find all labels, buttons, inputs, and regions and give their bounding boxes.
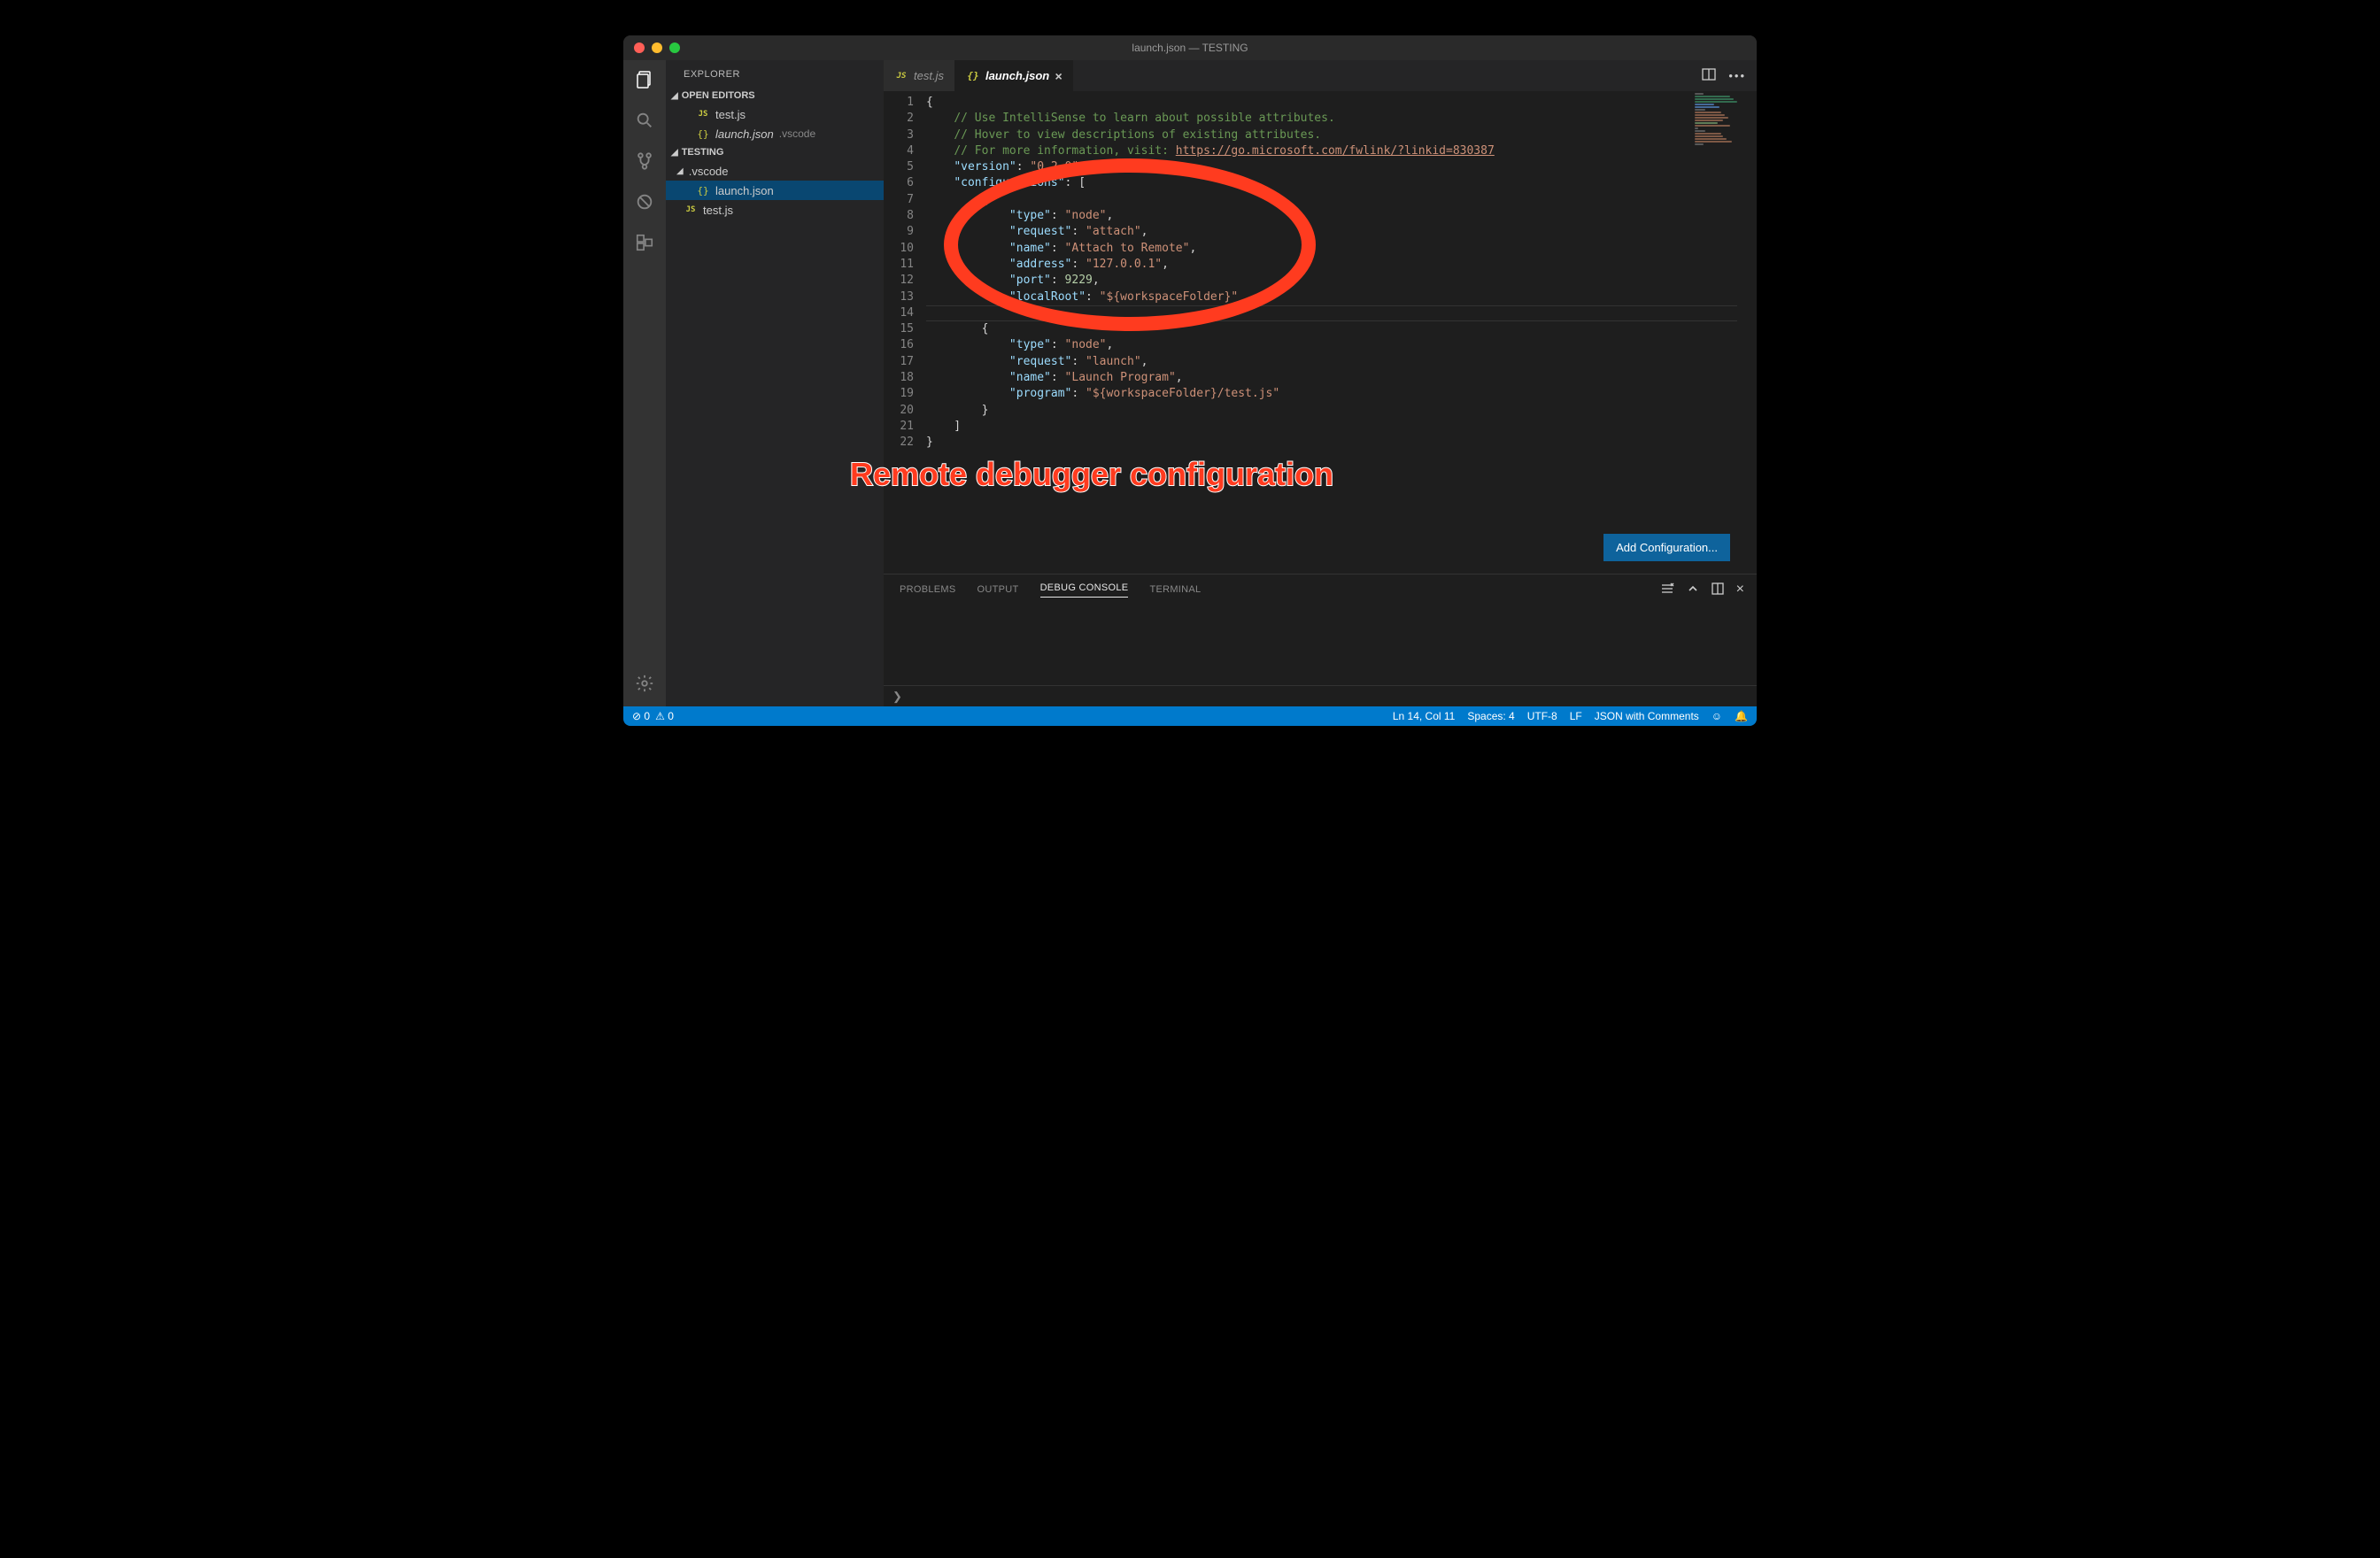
encoding-status[interactable]: UTF-8 [1527, 710, 1557, 722]
panel-tabs: PROBLEMS OUTPUT DEBUG CONSOLE TERMINAL [884, 575, 1757, 605]
open-editors-header[interactable]: ◢ OPEN EDITORS [666, 87, 884, 104]
activity-bar [623, 60, 666, 706]
debug-icon[interactable] [632, 189, 657, 214]
window-title: launch.json — TESTING [623, 42, 1757, 54]
sidebar-title: EXPLORER [666, 60, 884, 87]
js-file-icon: JS [894, 72, 908, 81]
add-configuration-button[interactable]: Add Configuration... [1603, 534, 1730, 561]
panel-tab-terminal[interactable]: TERMINAL [1149, 584, 1201, 595]
split-editor-icon[interactable] [1702, 67, 1716, 84]
indentation-status[interactable]: Spaces: 4 [1467, 710, 1514, 722]
cursor-position[interactable]: Ln 14, Col 11 [1393, 710, 1456, 722]
editor-group: JS test.js {} launch.json × ••• 12345678… [884, 60, 1757, 706]
language-mode[interactable]: JSON with Comments [1595, 710, 1699, 722]
error-icon: ⊘ [632, 710, 641, 722]
file-item-launch-json[interactable]: {} launch.json [666, 181, 884, 200]
panel-tab-output[interactable]: OUTPUT [978, 584, 1019, 595]
debug-console-input[interactable]: ❯ [884, 685, 1757, 706]
chevron-down-icon: ◢ [671, 148, 678, 158]
code-content[interactable]: { // Use IntelliSense to learn about pos… [926, 91, 1757, 574]
close-tab-icon[interactable]: × [1055, 69, 1062, 83]
editor[interactable]: 12345678910111213141516171819202122 { //… [884, 91, 1757, 574]
extensions-icon[interactable] [632, 230, 657, 255]
tab-test-js[interactable]: JS test.js [884, 60, 955, 91]
open-editor-item[interactable]: {} launch.json .vscode [666, 124, 884, 143]
panel-collapse-icon[interactable] [1687, 582, 1699, 598]
close-window-button[interactable] [634, 42, 645, 53]
json-file-icon: {} [966, 70, 980, 81]
debug-console-output[interactable] [884, 605, 1757, 685]
prompt-chevron-icon: ❯ [892, 690, 902, 704]
explorer-sidebar: EXPLORER ◢ OPEN EDITORS JS test.js {} la… [666, 60, 884, 706]
window-controls [623, 42, 680, 53]
settings-gear-icon[interactable] [632, 671, 657, 696]
file-item-test-js[interactable]: JS test.js [666, 200, 884, 220]
line-numbers-gutter: 12345678910111213141516171819202122 [884, 91, 926, 574]
tab-launch-json[interactable]: {} launch.json × [955, 60, 1073, 91]
titlebar: launch.json — TESTING [623, 35, 1757, 60]
explorer-icon[interactable] [632, 67, 657, 92]
folder-item[interactable]: ◢ .vscode [666, 161, 884, 181]
json-file-icon: {} [696, 185, 710, 197]
vscode-window: launch.json — TESTING E [623, 35, 1757, 726]
more-actions-icon[interactable]: ••• [1728, 69, 1746, 82]
chevron-down-icon: ◢ [676, 166, 684, 176]
notifications-icon[interactable]: 🔔 [1735, 710, 1748, 722]
feedback-icon[interactable]: ☺ [1712, 710, 1722, 722]
eol-status[interactable]: LF [1570, 710, 1582, 722]
panel-tab-problems[interactable]: PROBLEMS [900, 584, 956, 595]
js-file-icon: JS [696, 110, 710, 119]
minimize-window-button[interactable] [652, 42, 662, 53]
open-editor-item[interactable]: JS test.js [666, 104, 884, 124]
editor-tabs: JS test.js {} launch.json × ••• [884, 60, 1757, 91]
maximize-window-button[interactable] [669, 42, 680, 53]
panel-filter-icon[interactable] [1660, 582, 1674, 598]
warnings-status[interactable]: ⚠ 0 [655, 710, 674, 722]
bottom-panel: PROBLEMS OUTPUT DEBUG CONSOLE TERMINAL [884, 574, 1757, 706]
panel-close-icon[interactable]: × [1736, 582, 1744, 598]
source-control-icon[interactable] [632, 149, 657, 174]
workspace-header[interactable]: ◢ TESTING [666, 143, 884, 161]
panel-tab-debug-console[interactable]: DEBUG CONSOLE [1040, 582, 1129, 598]
chevron-down-icon: ◢ [671, 91, 678, 101]
errors-status[interactable]: ⊘ 0 [632, 710, 650, 722]
json-file-icon: {} [696, 128, 710, 140]
warning-icon: ⚠ [655, 710, 665, 722]
panel-maximize-icon[interactable] [1712, 582, 1724, 598]
status-bar: ⊘ 0 ⚠ 0 Ln 14, Col 11 Spaces: 4 UTF-8 LF… [623, 706, 1757, 726]
js-file-icon: JS [684, 205, 698, 214]
search-icon[interactable] [632, 108, 657, 133]
